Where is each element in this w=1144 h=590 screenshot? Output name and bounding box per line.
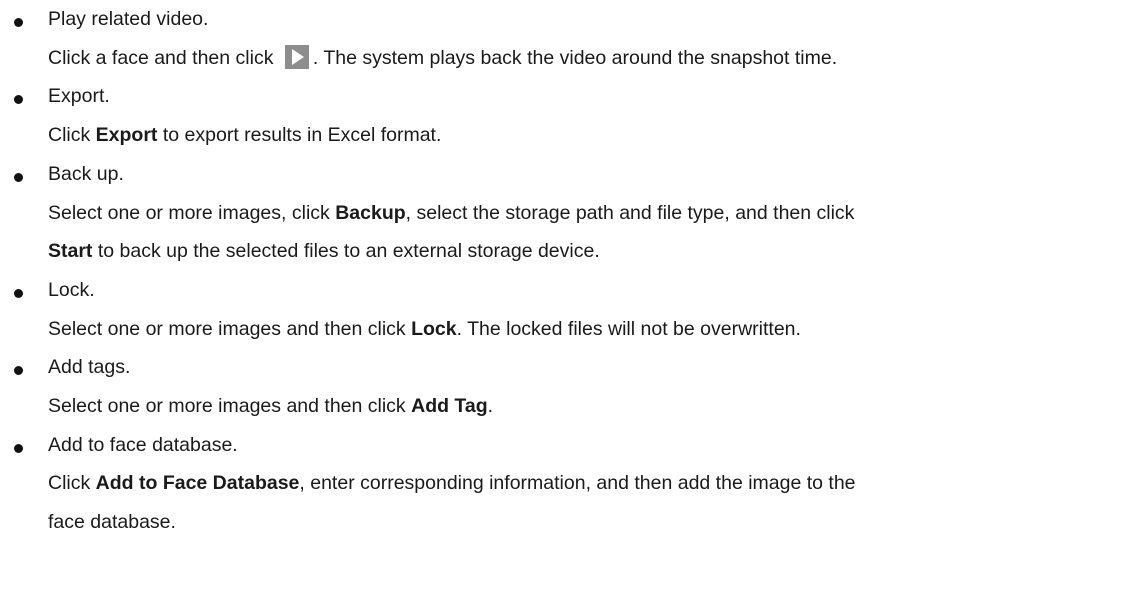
ui-term-start: Start [48,240,93,263]
ui-term-backup: Backup [335,201,406,224]
list-item-export: Export. Click Export to export results i… [0,77,1144,154]
document-body: Play related video. Click a face and the… [0,0,1144,542]
ui-term-add-to-face-database: Add to Face Database [95,472,300,495]
desc-text: Select one or more images and then click [48,317,412,340]
list-item-back-up: Back up. Select one or more images, clic… [0,155,1144,271]
bullet-icon [14,18,23,27]
desc-text: to export results in Excel format. [157,124,442,147]
item-heading: Export. [48,85,110,108]
desc-text: to back up the selected files to an exte… [92,240,600,263]
item-heading: Lock. [48,278,95,301]
bullet-icon [14,443,23,453]
item-description-continued: face database. [48,511,176,534]
item-heading: Add tags. [48,356,131,379]
desc-text: , select the storage path and file type,… [405,201,855,224]
list-item-add-tags: Add tags. Select one or more images and … [0,348,1144,425]
item-heading: Add to face database. [48,433,238,456]
desc-text: Click [48,472,96,495]
desc-text: . [487,395,494,418]
ui-term-lock: Lock [411,317,457,340]
item-description-continued: Start to back up the selected files to a… [48,232,1144,271]
bullet-icon [14,366,23,376]
item-description: Click Add to Face Database, enter corres… [48,464,1144,503]
item-description: Select one or more images, click Backup,… [48,194,1144,233]
ui-term-add-tag: Add Tag [411,395,488,418]
item-description: Select one or more images and then click… [48,310,1144,349]
bullet-icon [14,172,23,182]
item-description: Click Export to export results in Excel … [48,116,1144,155]
desc-text: Click a face and then click [48,46,279,69]
play-icon [284,44,309,69]
desc-text: . The system plays back the video around… [312,46,838,69]
bullet-icon [14,288,23,298]
desc-text: Select one or more images, click [48,201,336,224]
item-heading: Play related video. [48,8,209,30]
list-item-play-video: Play related video. Click a face and the… [0,0,1144,77]
bullet-icon [14,95,23,105]
desc-text: . The locked files will not be overwritt… [456,317,801,340]
desc-text: , enter corresponding information, and t… [299,472,856,495]
item-description: Click a face and then click . The system… [48,39,1144,78]
desc-text: Select one or more images and then click [48,395,412,418]
list-item-add-to-face-database: Add to face database. Click Add to Face … [0,426,1144,542]
desc-text: Click [48,124,96,147]
ui-term-export: Export [95,124,158,147]
item-description: Select one or more images and then click… [48,387,1144,426]
item-heading: Back up. [48,162,124,185]
list-item-lock: Lock. Select one or more images and then… [0,271,1144,348]
